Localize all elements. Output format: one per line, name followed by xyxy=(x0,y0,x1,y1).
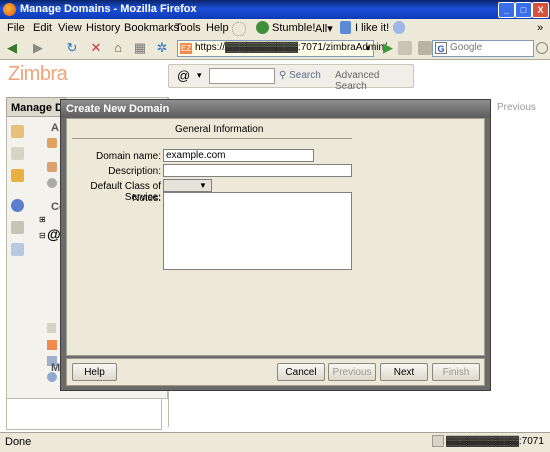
bookmarks-icon[interactable]: ▦ xyxy=(132,40,148,56)
dialog-footer: Help Cancel Previous Next Finish xyxy=(66,358,485,386)
previous-button[interactable]: Previous xyxy=(328,363,376,381)
dialog-body: General Information Domain name: example… xyxy=(66,118,485,356)
navigation-toolbar: ◀ ▶ ↻ ✕ ⌂ ▦ ✲ EZ https://▓▓▓▓▓▓▓▓▓▓:7071… xyxy=(0,37,550,60)
menu-help[interactable]: Help xyxy=(206,22,229,34)
status-bar: Done ▓▓▓▓▓▓▓▓▓▓:7071 xyxy=(0,432,550,452)
cos-select[interactable]: ▼ xyxy=(163,179,212,192)
minimize-button[interactable]: _ xyxy=(498,2,515,18)
all-dropdown[interactable]: All▾ xyxy=(315,22,333,35)
user-icon[interactable] xyxy=(11,125,24,138)
admin-search-bar: @ ▾ ⚲ Search Advanced Search xyxy=(168,64,414,92)
firefox-icon xyxy=(3,3,16,16)
menu-history[interactable]: History xyxy=(86,22,120,34)
settings-icon[interactable]: ✲ xyxy=(154,40,170,56)
advanced-search-link[interactable]: Advanced Search xyxy=(335,70,413,92)
thumbs-up-icon xyxy=(340,21,351,34)
section-title: General Information xyxy=(175,124,264,135)
create-domain-dialog: Create New Domain General Information Do… xyxy=(60,99,491,391)
previous-page-link[interactable]: Previous xyxy=(497,102,536,113)
collapse-icon[interactable]: ⊟ xyxy=(39,231,46,240)
maximize-button[interactable]: □ xyxy=(515,2,532,18)
gear-icon[interactable] xyxy=(47,178,57,188)
security-lock-icon[interactable] xyxy=(432,435,444,447)
resource-icon[interactable] xyxy=(47,162,57,172)
window-title: Manage Domains - Mozilla Firefox xyxy=(20,3,197,15)
notes-textarea[interactable] xyxy=(163,192,352,270)
menu-bar: File Edit View History Bookmarks Tools H… xyxy=(0,19,550,37)
description-label: Description: xyxy=(108,166,161,177)
addon-icon[interactable] xyxy=(398,41,412,55)
menu-view[interactable]: View xyxy=(58,22,82,34)
dialog-title[interactable]: Create New Domain xyxy=(61,100,490,118)
search-type-icon[interactable]: @ xyxy=(177,68,190,83)
url-dropdown-icon[interactable]: ▾ xyxy=(363,41,373,55)
chevron-down-icon: ▼ xyxy=(199,181,207,190)
list-icon[interactable] xyxy=(47,323,56,333)
menu-edit[interactable]: Edit xyxy=(33,22,52,34)
menu-file[interactable]: File xyxy=(7,22,25,34)
go-icon[interactable]: ▶ xyxy=(380,40,396,56)
search-type-dropdown-icon[interactable]: ▾ xyxy=(197,70,202,81)
document-icon[interactable] xyxy=(11,147,24,160)
finish-button[interactable]: Finish xyxy=(432,363,480,381)
web-search-box[interactable]: G Google xyxy=(432,40,534,57)
left-bottom-panel xyxy=(6,398,162,430)
i-like-it-button[interactable]: I like it! xyxy=(355,22,389,34)
stumbleupon-icon xyxy=(256,21,269,34)
domains-icon[interactable]: @ xyxy=(47,226,61,242)
url-bar[interactable]: EZ https://▓▓▓▓▓▓▓▓▓▓:7071/zimbraAdmin/ xyxy=(177,40,387,57)
search-button[interactable]: ⚲ Search xyxy=(279,70,321,81)
section-divider xyxy=(72,138,352,139)
forward-icon[interactable]: ▶ xyxy=(30,40,46,56)
thumbs-down-icon[interactable] xyxy=(393,21,405,34)
notes-label: Notes: xyxy=(132,193,161,204)
help-button[interactable]: Help xyxy=(72,363,117,381)
window-title-bar: Manage Domains - Mozilla Firefox _ □ X xyxy=(0,0,550,19)
next-button[interactable]: Next xyxy=(380,363,428,381)
description-field[interactable] xyxy=(163,164,352,177)
zimbra-logo: Zimbra xyxy=(8,63,68,85)
google-icon[interactable]: G xyxy=(435,42,447,54)
toolbar-overflow[interactable]: » xyxy=(537,22,543,34)
reload-icon[interactable]: ↻ xyxy=(64,40,80,56)
addon-icon-2[interactable] xyxy=(418,41,432,55)
expand-icon[interactable]: ⊞ xyxy=(39,215,46,224)
search-placeholder: Google xyxy=(450,42,483,53)
throbber-icon xyxy=(232,22,246,36)
domain-name-field[interactable]: example.com xyxy=(163,149,314,162)
status-host: ▓▓▓▓▓▓▓▓▓▓:7071 xyxy=(446,436,544,447)
stumble-button[interactable]: Stumble! xyxy=(272,22,315,34)
tab-manage-domains[interactable]: Manage Domains xyxy=(6,97,66,117)
status-text: Done xyxy=(5,436,32,448)
cancel-button[interactable]: Cancel xyxy=(277,363,325,381)
section-monitoring[interactable]: M xyxy=(51,362,60,374)
zimlet-icon[interactable] xyxy=(47,340,57,350)
wrench-icon[interactable] xyxy=(11,221,24,234)
menu-tools[interactable]: Tools xyxy=(175,22,201,34)
url-text: https://▓▓▓▓▓▓▓▓▓▓:7071/zimbraAdmin/ xyxy=(195,42,387,53)
home-icon[interactable]: ⌂ xyxy=(110,40,126,56)
admin-search-input[interactable] xyxy=(209,68,275,84)
help-circle-icon[interactable] xyxy=(11,199,24,212)
section-addresses[interactable]: A xyxy=(51,122,59,134)
site-favicon-icon: EZ xyxy=(180,43,192,54)
lock-icon[interactable] xyxy=(11,169,24,182)
menu-bookmarks[interactable]: Bookmarks xyxy=(124,22,179,34)
tools-icon[interactable] xyxy=(11,243,24,256)
stop-icon[interactable]: ✕ xyxy=(88,40,104,56)
account-icon[interactable] xyxy=(47,138,57,148)
back-icon[interactable]: ◀ xyxy=(4,40,20,56)
domain-name-label: Domain name: xyxy=(95,151,161,162)
close-button[interactable]: X xyxy=(532,2,549,18)
search-go-icon[interactable] xyxy=(536,42,548,54)
